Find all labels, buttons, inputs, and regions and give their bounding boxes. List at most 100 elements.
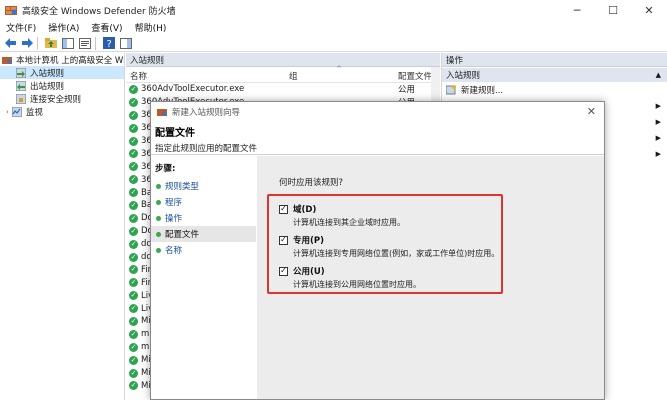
up-folder-icon[interactable] <box>44 36 58 50</box>
rule-enabled-icon: ✓ <box>129 355 138 365</box>
title-bar: 高级安全 Windows Defender 防火墙 ─ ☐ ✕ <box>0 0 667 20</box>
table-row[interactable]: ✓360AdvToolExecutor.exe 公用 <box>126 83 440 96</box>
profile-question: 何时应用该规则? <box>279 178 344 188</box>
tree-root-label: 本地计算机 上的高级安全 Wind <box>16 55 125 66</box>
rule-enabled-icon: ✓ <box>129 226 138 236</box>
column-headers: 名称 组 ^ 配置文件 <box>126 65 440 83</box>
rule-enabled-icon: ✓ <box>129 252 138 262</box>
firewall-app-icon <box>5 4 17 16</box>
menu-help[interactable]: 帮助(H) <box>129 21 173 34</box>
column-group[interactable]: 组 <box>289 70 298 82</box>
option-public: ✓ 公用(U) 计算机连接到公用网络位置时应用。 <box>279 265 421 290</box>
menu-bar: 文件(F) 操作(A) 查看(V) 帮助(H) <box>0 20 667 35</box>
actions-subheader[interactable]: 入站规则 ▲ <box>442 68 667 82</box>
forward-icon[interactable] <box>20 36 34 50</box>
submenu-arrow-icon: ▶ <box>655 118 661 126</box>
minimize-button[interactable]: ─ <box>559 0 595 20</box>
wizard-app-icon <box>157 107 167 117</box>
rule-enabled-icon: ✓ <box>129 342 138 352</box>
steps-title: 步骤: <box>155 164 176 174</box>
menu-view[interactable]: 查看(V) <box>85 21 128 34</box>
rule-enabled-icon: ✓ <box>129 162 138 172</box>
action-label: 新建规则... <box>461 86 504 96</box>
tree-item-outbound-rules[interactable]: 出站规则 <box>0 79 124 92</box>
step-label: 程序 <box>165 198 183 208</box>
wizard-header: 配置文件 指定此规则应用的配置文件 <box>151 124 604 154</box>
new-rule-icon <box>445 85 456 95</box>
rule-enabled-icon: ✓ <box>129 329 138 339</box>
step-action[interactable]: 操作 <box>151 210 256 226</box>
step-label: 规则类型 <box>165 182 200 192</box>
wizard-body: 步骤: 规则类型 程序 操作 配置文件 名称 何时应用该规则? ✓ 域(D) 计… <box>151 156 604 399</box>
menu-action[interactable]: 操作(A) <box>42 21 85 34</box>
rule-enabled-icon: ✓ <box>129 175 138 185</box>
collapse-icon[interactable]: ▲ <box>656 71 661 79</box>
step-program[interactable]: 程序 <box>151 194 256 210</box>
rule-enabled-icon: ✓ <box>129 239 138 249</box>
option-domain: ✓ 域(D) 计算机连接到其企业域时应用。 <box>279 203 405 228</box>
submenu-arrow-icon: ▶ <box>655 150 661 158</box>
step-profile[interactable]: 配置文件 <box>151 226 256 242</box>
wizard-title: 新建入站规则向导 <box>172 108 241 118</box>
connection-security-icon <box>15 93 27 104</box>
expand-chevron-icon[interactable]: › <box>6 108 9 116</box>
private-label[interactable]: 专用(P) <box>293 234 324 246</box>
private-checkbox[interactable]: ✓ <box>279 235 288 245</box>
tree-item-label: 连接安全规则 <box>30 94 82 105</box>
step-dot-icon <box>156 183 161 189</box>
step-rule-type[interactable]: 规则类型 <box>151 178 256 194</box>
action-new-rule[interactable]: 新建规则... <box>442 82 667 98</box>
step-dot-icon <box>156 199 161 205</box>
sort-arrow-icon: ^ <box>336 65 342 73</box>
tree-item-inbound-rules[interactable]: 入站规则 <box>0 66 124 79</box>
step-name[interactable]: 名称 <box>151 242 256 258</box>
profile-options-highlight: ✓ 域(D) 计算机连接到其企业域时应用。 ✓ 专用(P) 计算机连接到专用网络… <box>267 194 503 294</box>
domain-description: 计算机连接到其企业域时应用。 <box>293 218 405 227</box>
step-dot-icon <box>156 231 161 237</box>
properties-icon[interactable] <box>78 36 92 50</box>
rule-enabled-icon: ✓ <box>129 188 138 198</box>
step-label: 配置文件 <box>165 230 200 240</box>
public-checkbox[interactable]: ✓ <box>279 266 288 276</box>
wizard-close-button[interactable]: ✕ <box>587 105 596 118</box>
help-icon[interactable]: ? <box>102 36 116 50</box>
window-title: 高级安全 Windows Defender 防火墙 <box>22 6 176 17</box>
option-private: ✓ 专用(P) 计算机连接到专用网络位置(例如，家或工作单位)时应用。 <box>279 234 499 259</box>
public-description: 计算机连接到公用网络位置时应用。 <box>293 280 421 289</box>
column-name[interactable]: 名称 <box>130 70 147 82</box>
rule-enabled-icon: ✓ <box>129 278 138 288</box>
wizard-content: 何时应用该规则? ✓ 域(D) 计算机连接到其企业域时应用。 ✓ 专用(P) 计… <box>257 156 604 399</box>
maximize-button[interactable]: ☐ <box>595 0 631 20</box>
column-profile[interactable]: 配置文件 <box>398 70 432 82</box>
step-dot-icon <box>156 247 161 253</box>
tree-item-connection-security-rules[interactable]: 连接安全规则 <box>0 92 124 105</box>
wizard-divider <box>151 154 604 155</box>
step-dot-icon <box>156 215 161 221</box>
show-action-pane-icon[interactable] <box>119 36 133 50</box>
tree-item-monitoring[interactable]: › 监视 <box>0 105 124 118</box>
svg-text:?: ? <box>107 39 112 49</box>
step-label: 名称 <box>165 246 183 256</box>
rule-enabled-icon: ✓ <box>129 213 138 223</box>
toolbar-divider <box>95 36 96 50</box>
tree-item-label: 监视 <box>25 107 43 118</box>
domain-checkbox[interactable]: ✓ <box>279 204 288 214</box>
close-button[interactable]: ✕ <box>631 0 667 20</box>
rule-enabled-icon: ✓ <box>129 97 138 107</box>
submenu-arrow-icon: ▶ <box>655 102 661 110</box>
tree-root[interactable]: 本地计算机 上的高级安全 Wind <box>0 53 124 66</box>
domain-label[interactable]: 域(D) <box>293 203 316 215</box>
menu-file[interactable]: 文件(F) <box>0 21 42 34</box>
rule-enabled-icon: ✓ <box>129 200 138 210</box>
monitoring-icon <box>11 106 23 117</box>
back-icon[interactable] <box>3 36 17 50</box>
wizard-steps: 步骤: 规则类型 程序 操作 配置文件 名称 <box>151 156 256 399</box>
wizard-subheading: 指定此规则应用的配置文件 <box>155 144 258 154</box>
new-inbound-rule-wizard: 新建入站规则向导 ✕ 配置文件 指定此规则应用的配置文件 步骤: 规则类型 程序… <box>150 101 605 400</box>
wizard-heading: 配置文件 <box>155 128 195 139</box>
rule-enabled-icon: ✓ <box>129 123 138 133</box>
toolbar-divider <box>37 36 38 50</box>
show-hide-tree-icon[interactable] <box>61 36 75 50</box>
actions-header: 操作 <box>442 53 667 67</box>
public-label[interactable]: 公用(U) <box>293 265 325 277</box>
